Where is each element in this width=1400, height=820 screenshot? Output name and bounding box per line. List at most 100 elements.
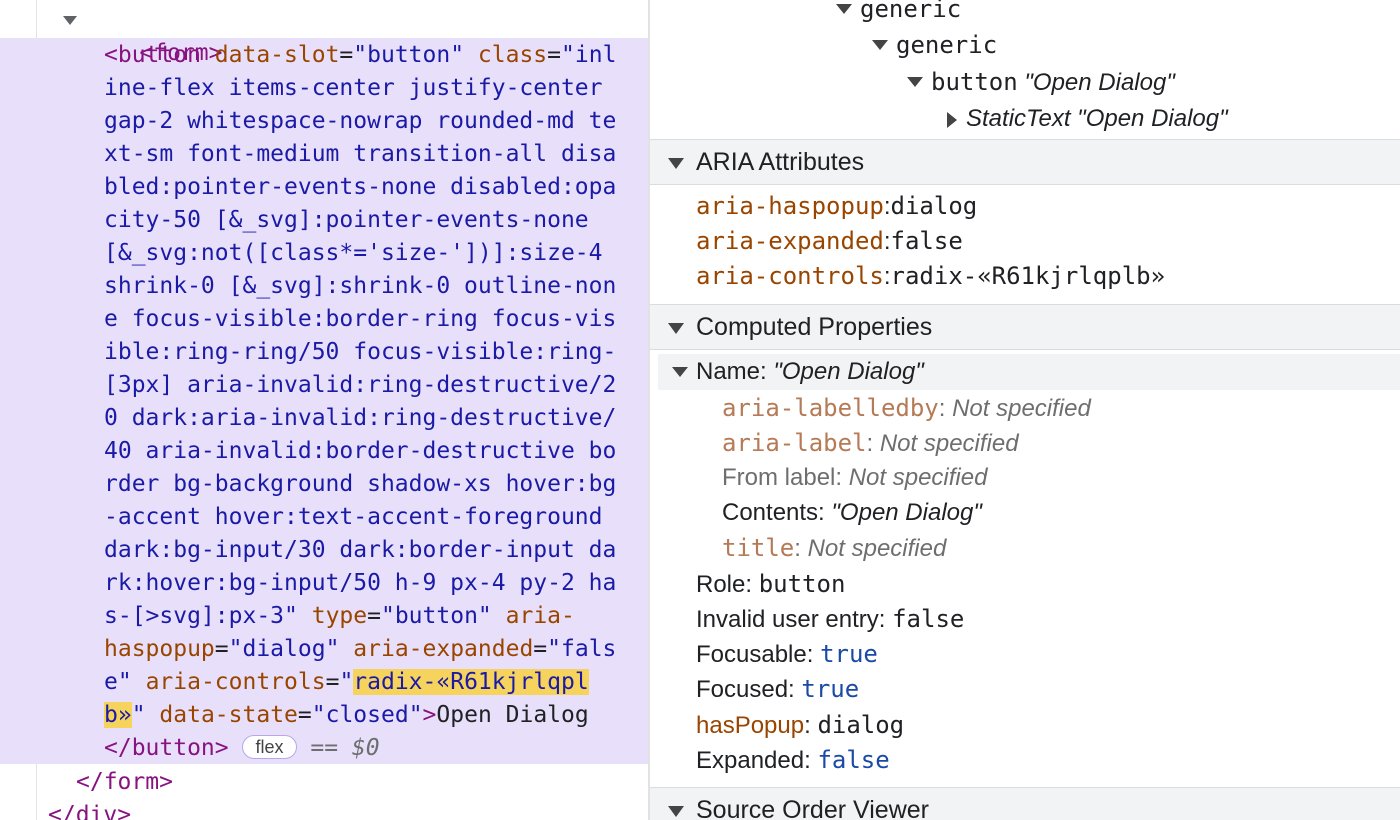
class-value-line: city-50 [&_svg]:pointer-events-none bbox=[104, 207, 589, 233]
ax-node-statictext[interactable]: StaticText "Open Dialog" bbox=[966, 103, 1228, 135]
ax-node-generic[interactable]: generic bbox=[860, 0, 961, 25]
computed-properties-header[interactable]: Computed Properties bbox=[650, 304, 1400, 350]
prop-label: Invalid user entry: bbox=[696, 606, 886, 633]
computed-role-row: Role: button bbox=[696, 568, 845, 601]
attr-name: aria-expanded bbox=[353, 636, 534, 662]
attr-value: "button" bbox=[353, 42, 465, 68]
aria-value: dialog bbox=[890, 192, 978, 220]
class-value-line: rder bg-background shadow-xs hover:bg bbox=[104, 471, 617, 497]
expand-triangle-icon[interactable] bbox=[872, 40, 888, 50]
class-value-line: xt-sm font-medium transition-all disa bbox=[104, 141, 617, 167]
expand-triangle-icon[interactable] bbox=[907, 77, 923, 87]
name-source-row: title: Not specified bbox=[722, 534, 947, 562]
computed-focusable-row: Focusable: true bbox=[696, 638, 878, 671]
name-source-row: Contents: "Open Dialog" bbox=[722, 497, 982, 529]
prop-value: false bbox=[892, 605, 965, 633]
ax-name: "Open Dialog" bbox=[1077, 105, 1228, 132]
section-toggle-icon bbox=[668, 806, 684, 817]
class-value-line: e focus-visible:border-ring focus-vis bbox=[104, 306, 617, 332]
search-match-highlight: b» bbox=[104, 702, 132, 728]
form-close-text: </form> bbox=[76, 769, 173, 795]
computed-name-row[interactable]: Name: "Open Dialog" bbox=[696, 356, 924, 388]
source-value: Not specified bbox=[879, 430, 1019, 457]
expand-triangle-icon[interactable] bbox=[672, 367, 688, 377]
button-close-line: </button> flex == $0 bbox=[104, 732, 380, 765]
search-match-highlight: radix-«R61kjrlqpl bbox=[353, 669, 589, 695]
prop-value: true bbox=[820, 640, 878, 668]
ax-node-button[interactable]: button "Open Dialog" bbox=[931, 66, 1175, 99]
computed-invalid-row: Invalid user entry: false bbox=[696, 603, 964, 636]
source-value: Not specified bbox=[952, 395, 1091, 422]
accessibility-pane: generic generic button "Open Dialog" Sta… bbox=[650, 0, 1400, 820]
attrs-line: s-[>svg]:px-3" type="button" aria- bbox=[104, 603, 575, 629]
aria-value: false bbox=[890, 227, 963, 255]
attr-name: type bbox=[311, 603, 368, 629]
section-toggle-icon bbox=[668, 158, 684, 169]
aria-key: aria-expanded bbox=[696, 227, 884, 255]
ax-name: "Open Dialog" bbox=[1024, 69, 1175, 96]
aria-attribute-row: aria-controls:radix-«R61kjrlqplb» bbox=[696, 262, 1166, 290]
attrs-line: b»" data-state="closed">Open Dialog bbox=[104, 702, 589, 728]
source-order-viewer-header[interactable]: Source Order Viewer bbox=[650, 787, 1400, 820]
attr-name: aria-controls bbox=[145, 669, 326, 695]
collapsed-triangle-icon[interactable] bbox=[947, 112, 957, 128]
source-key: aria-label bbox=[722, 429, 867, 457]
class-value-line: gap-2 whitespace-nowrap rounded-md te bbox=[104, 108, 617, 134]
prop-label: Focused: bbox=[696, 676, 795, 703]
attr-value: e" bbox=[104, 669, 132, 695]
class-value-line: bled:pointer-events-none disabled:opa bbox=[104, 174, 617, 200]
class-value-line: [3px] aria-invalid:ring-destructive/2 bbox=[104, 372, 617, 398]
aria-attribute-row: aria-expanded:false bbox=[696, 227, 963, 255]
class-value-line: s-[>svg]:px-3" bbox=[104, 603, 298, 629]
button-node-line[interactable]: <button data-slot="button" class="inl bbox=[104, 39, 616, 72]
attr-value: "button" bbox=[380, 603, 492, 629]
aria-attributes-header[interactable]: ARIA Attributes bbox=[650, 139, 1400, 185]
div-close-text: </div> bbox=[48, 802, 132, 820]
source-value: Not specified bbox=[807, 535, 947, 562]
ax-role: StaticText bbox=[966, 105, 1071, 132]
div-close-tag[interactable]: </div> bbox=[48, 799, 131, 820]
attr-name: data-slot bbox=[214, 42, 340, 68]
attr-value: "inl bbox=[561, 42, 617, 68]
ax-node-generic[interactable]: generic bbox=[896, 29, 997, 61]
prop-value: dialog bbox=[817, 711, 905, 739]
eq-label: == bbox=[310, 735, 352, 761]
name-source-row: From label: Not specified bbox=[722, 462, 987, 494]
aria-key: aria-controls bbox=[696, 262, 884, 290]
prop-value: true bbox=[801, 675, 860, 703]
class-value-line: -accent hover:text-accent-foreground bbox=[104, 504, 603, 530]
attr-name: aria- bbox=[505, 603, 575, 629]
prop-label: Focusable: bbox=[696, 641, 814, 668]
attr-name: haspopup bbox=[104, 636, 215, 662]
source-key: Contents: bbox=[722, 499, 825, 526]
prop-value: "Open Dialog" bbox=[773, 358, 924, 385]
class-value-line: [&_svg:not([class*='size-'])]:size-4 bbox=[104, 240, 603, 266]
source-key: title bbox=[722, 534, 795, 562]
class-value-line: rk:hover:bg-input/50 h-9 px-4 py-2 ha bbox=[104, 570, 617, 596]
section-toggle-icon bbox=[668, 323, 684, 334]
ax-role: button bbox=[931, 68, 1018, 96]
aria-attribute-row: aria-haspopup:dialog bbox=[696, 192, 978, 220]
source-value: "Open Dialog" bbox=[831, 499, 982, 526]
class-value-line: dark:bg-input/30 dark:border-input da bbox=[104, 537, 617, 563]
aria-key: aria-haspopup bbox=[696, 192, 884, 220]
form-close-tag[interactable]: </form> bbox=[76, 766, 173, 799]
attr-name: class bbox=[477, 42, 548, 68]
section-title: ARIA Attributes bbox=[696, 148, 865, 176]
elements-panel: <form> <button data-slot="button" class=… bbox=[0, 0, 648, 820]
dollar-zero-label: $0 bbox=[351, 735, 380, 761]
prop-value: button bbox=[758, 570, 846, 598]
source-key: aria-labelledby bbox=[722, 394, 939, 422]
class-value-line: ible:ring-ring/50 focus-visible:ring- bbox=[104, 339, 617, 365]
prop-value: false bbox=[817, 746, 890, 774]
flex-badge[interactable]: flex bbox=[242, 735, 297, 759]
section-title: Computed Properties bbox=[696, 313, 933, 341]
source-key: From label: bbox=[722, 464, 843, 491]
class-value-line: ine-flex items-center justify-center bbox=[104, 75, 603, 101]
class-value-line: shrink-0 [&_svg]:shrink-0 outline-non bbox=[104, 273, 617, 299]
attr-value: "closed" bbox=[311, 702, 423, 728]
attrs-line: haspopup="dialog" aria-expanded="fals bbox=[104, 636, 617, 662]
source-value: Not specified bbox=[848, 464, 988, 491]
expand-triangle-icon[interactable] bbox=[63, 16, 77, 25]
expand-triangle-icon[interactable] bbox=[836, 4, 852, 14]
